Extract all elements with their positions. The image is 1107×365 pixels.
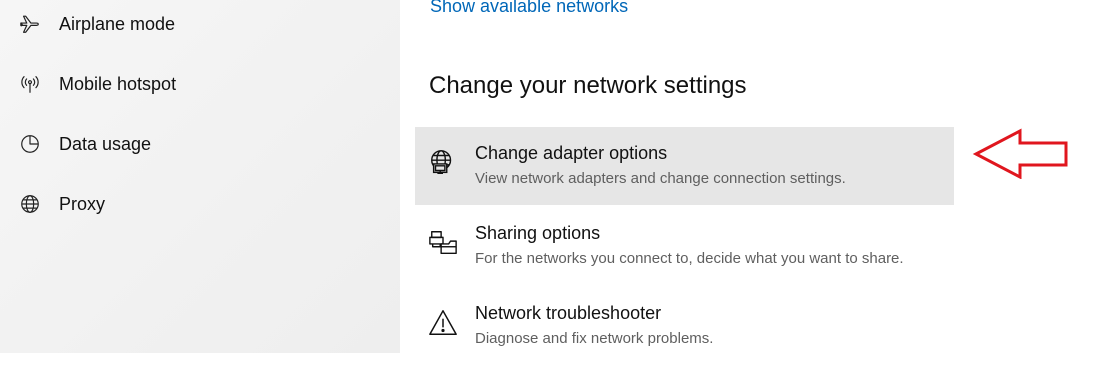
option-title: Sharing options (475, 223, 601, 243)
option-description: View network adapters and change connect… (475, 170, 846, 187)
hotspot-icon (18, 72, 42, 96)
sidebar-item-proxy[interactable]: Proxy (0, 182, 400, 226)
data-usage-icon (18, 132, 42, 156)
globe-icon (18, 192, 42, 216)
airplane-icon (18, 12, 42, 36)
sidebar: Airplane mode Mobile hotspot Data usage (0, 0, 400, 353)
section-heading: Change your network settings (429, 72, 747, 99)
annotation-arrow-icon (972, 128, 1068, 179)
network-troubleshooter-button[interactable]: Network troubleshooter Diagnose and fix … (415, 287, 954, 365)
option-title: Network troubleshooter (475, 303, 662, 323)
sharing-options-button[interactable]: Sharing options For the networks you con… (415, 207, 954, 285)
change-adapter-options-button[interactable]: Change adapter options View network adap… (415, 127, 954, 205)
sharing-icon (427, 227, 459, 259)
sidebar-item-label: Mobile hotspot (59, 73, 177, 94)
sidebar-item-label: Proxy (59, 193, 106, 214)
sidebar-item-airplane-mode[interactable]: Airplane mode (0, 2, 400, 46)
warning-icon (427, 307, 459, 339)
sidebar-item-label: Data usage (59, 133, 152, 154)
option-title: Change adapter options (475, 143, 668, 163)
adapter-icon (427, 147, 459, 179)
sidebar-item-label: Airplane mode (59, 13, 176, 34)
option-description: Diagnose and fix network problems. (475, 330, 714, 347)
option-description: For the networks you connect to, decide … (475, 250, 904, 267)
show-available-networks-link[interactable]: Show available networks (430, 0, 628, 17)
sidebar-item-data-usage[interactable]: Data usage (0, 122, 400, 166)
sidebar-item-mobile-hotspot[interactable]: Mobile hotspot (0, 62, 400, 106)
